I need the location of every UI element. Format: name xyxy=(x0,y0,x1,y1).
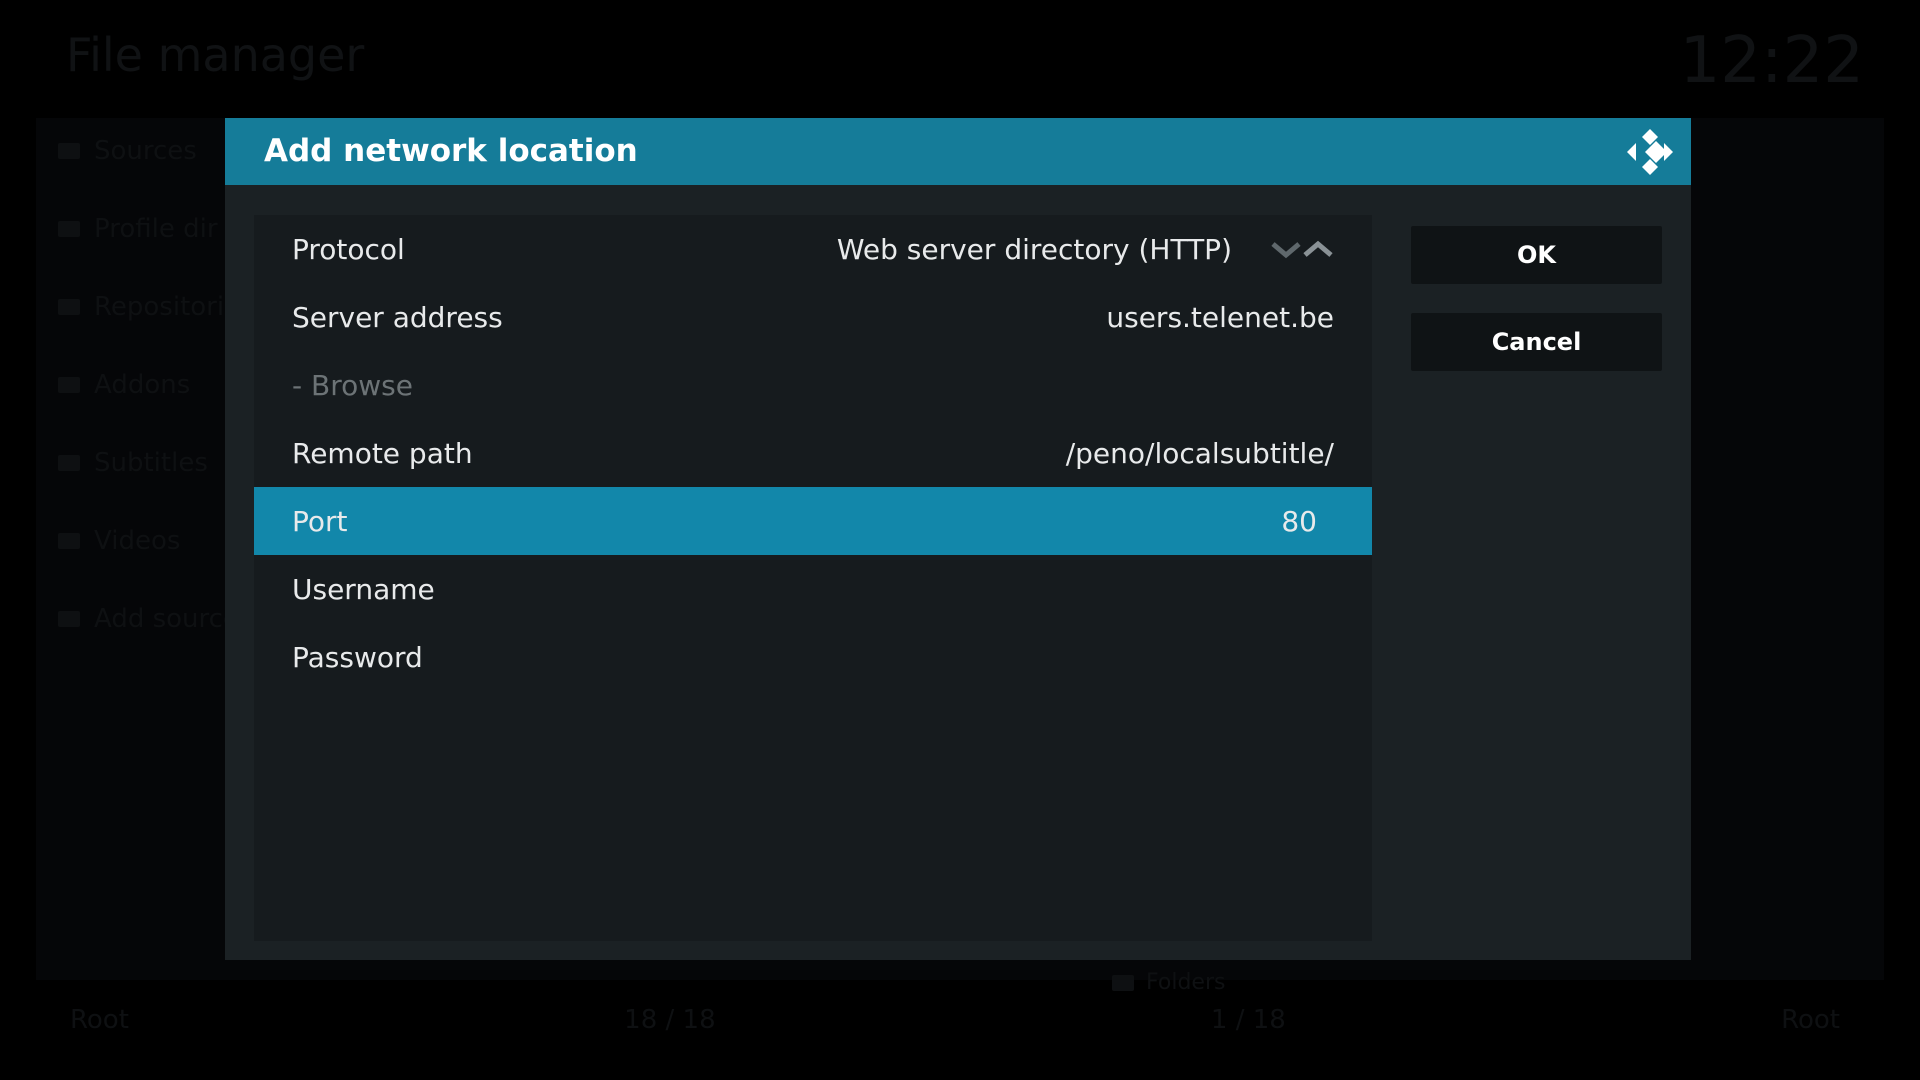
setting-row-password[interactable]: Password xyxy=(254,623,1372,691)
folder-icon xyxy=(58,455,80,471)
background-source-label: Profile dir xyxy=(94,214,218,244)
setting-row-port[interactable]: Port 80 xyxy=(254,487,1372,555)
setting-label: Remote path xyxy=(292,436,473,470)
footer-left-count: 18 / 18 xyxy=(624,1005,716,1035)
dialog-title: Add network location xyxy=(264,133,638,169)
background-footer: Root 18 / 18 1 / 18 Root xyxy=(70,1005,1840,1035)
setting-value: 80 xyxy=(1281,504,1317,538)
footer-left-path: Root xyxy=(70,1005,129,1035)
folder-icon xyxy=(58,299,80,315)
footer-right-path: Root xyxy=(1781,1005,1840,1035)
setting-value: users.telenet.be xyxy=(1106,300,1334,334)
folder-icon xyxy=(58,533,80,549)
setting-row-browse: - Browse xyxy=(254,351,1372,419)
setting-label: Port xyxy=(292,504,348,538)
background-source-label: Addons xyxy=(94,370,191,400)
setting-value: Web server directory (HTTP) xyxy=(837,233,1334,266)
setting-row-server-address[interactable]: Server address users.telenet.be xyxy=(254,283,1372,351)
chevron-down-icon[interactable] xyxy=(1270,239,1302,259)
cancel-button[interactable]: Cancel xyxy=(1411,313,1662,371)
setting-row-protocol[interactable]: Protocol Web server directory (HTTP) xyxy=(254,215,1372,283)
background-title: File manager xyxy=(66,28,365,82)
settings-list: Protocol Web server directory (HTTP) Ser… xyxy=(254,215,1372,941)
folder-icon xyxy=(58,611,80,627)
setting-label: Protocol xyxy=(292,232,405,266)
setting-label: - Browse xyxy=(292,368,413,402)
setting-row-remote-path[interactable]: Remote path /peno/localsubtitle/ xyxy=(254,419,1372,487)
setting-label: Username xyxy=(292,572,435,606)
ok-button[interactable]: OK xyxy=(1411,226,1662,284)
protocol-value: Web server directory (HTTP) xyxy=(836,232,1232,266)
dialog-header: Add network location xyxy=(225,118,1691,185)
footer-right-count: 1 / 18 xyxy=(1210,1005,1286,1035)
setting-value: /peno/localsubtitle/ xyxy=(1065,436,1334,470)
folder-icon xyxy=(58,221,80,237)
dialog-buttons: OK Cancel xyxy=(1411,226,1662,400)
protocol-spinner xyxy=(1270,239,1334,259)
kodi-logo-icon xyxy=(1627,129,1673,175)
folder-icon xyxy=(58,377,80,393)
add-network-location-dialog: Add network location Protocol Web server… xyxy=(225,118,1691,960)
setting-label: Password xyxy=(292,640,423,674)
background-source-label: Add source xyxy=(94,604,239,634)
setting-row-username[interactable]: Username xyxy=(254,555,1372,623)
folder-icon xyxy=(1112,974,1134,991)
folder-icon xyxy=(58,143,80,159)
background-source-label: Subtitles xyxy=(94,448,208,478)
setting-label: Server address xyxy=(292,300,503,334)
chevron-up-icon[interactable] xyxy=(1302,239,1334,259)
background-source-label: Videos xyxy=(94,526,181,556)
background-parent-label: Folders xyxy=(1146,970,1226,995)
background-parent-folder: Folders xyxy=(1112,970,1225,995)
background-clock: 12:22 xyxy=(1679,24,1864,98)
background-source-label: Sources xyxy=(94,136,197,166)
